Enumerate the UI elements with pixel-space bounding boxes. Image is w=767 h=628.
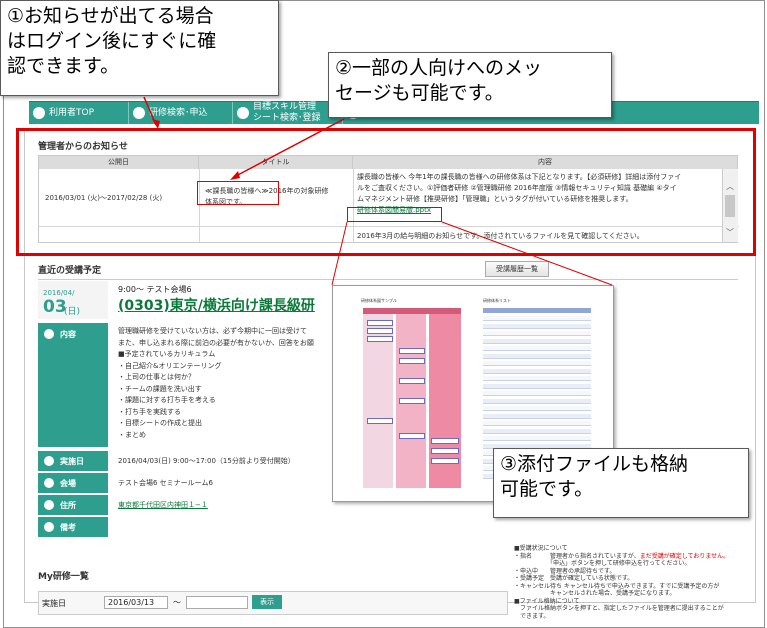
- callout-1: ①お知らせが出てる場合 はログイン後にすぐに確 認できます。: [0, 0, 279, 96]
- callout-2: ②一部の人向けへのメッ セージも可能です。: [328, 52, 612, 118]
- callout-3: ③添付ファイルも格納 可能です。: [493, 448, 749, 518]
